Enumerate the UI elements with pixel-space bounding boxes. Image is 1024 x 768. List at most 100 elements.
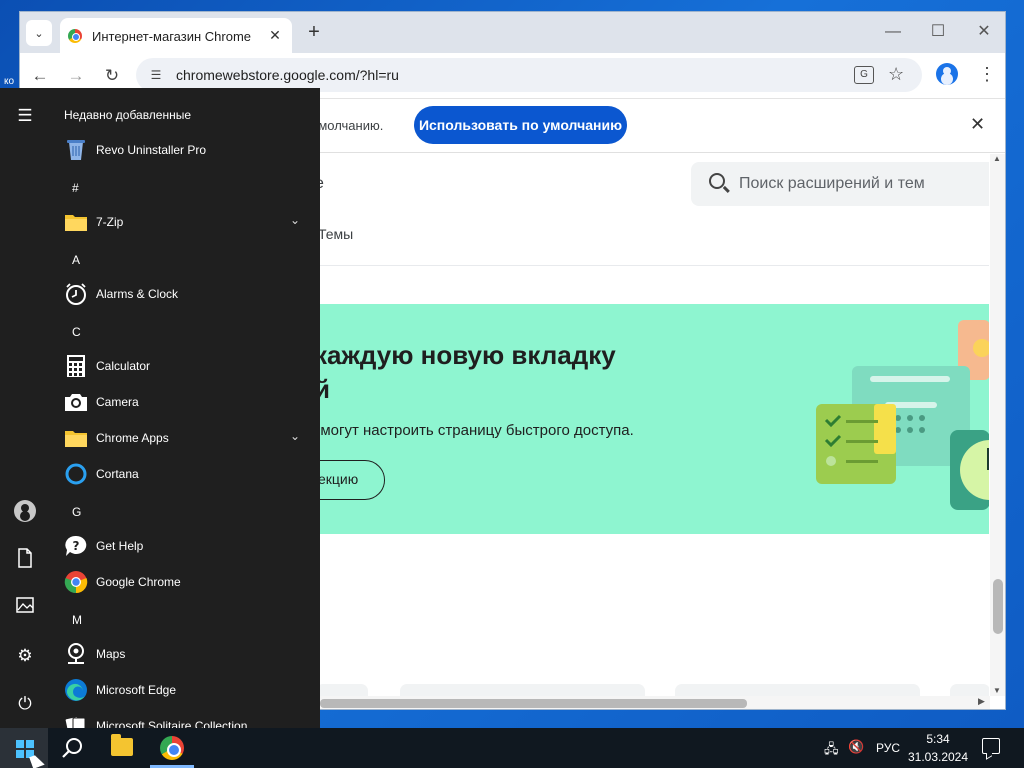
card-placeholder <box>400 684 645 696</box>
horizontal-scroll-thumb[interactable] <box>320 699 747 708</box>
revo-uninstaller-icon <box>67 140 85 160</box>
help-icon: ? <box>65 535 87 556</box>
settings-gear-icon[interactable]: ⚙ <box>13 644 37 668</box>
letter-header[interactable]: M <box>72 613 82 627</box>
app-item-chrome-apps[interactable]: Chrome Apps ⌄ <box>50 420 320 456</box>
letter-header[interactable]: G <box>72 505 81 519</box>
svg-text:?: ? <box>73 539 80 553</box>
banner-title-line1: каждую новую вкладку <box>314 340 616 370</box>
app-item-revo-uninstaller[interactable]: Revo Uninstaller Pro <box>50 132 320 168</box>
network-icon[interactable]: 🖧 <box>824 740 839 762</box>
calculator-icon <box>67 355 85 377</box>
card-placeholder <box>950 684 989 696</box>
letter-header[interactable]: C <box>72 325 81 339</box>
forward-button[interactable]: → <box>64 64 88 88</box>
infobar-text: умолчанию. <box>312 118 384 133</box>
tab-themes[interactable]: Темы <box>318 226 353 242</box>
app-label: Cortana <box>96 467 139 481</box>
chrome-icon <box>64 571 88 594</box>
recently-added-header: Недавно добавленные <box>64 108 192 122</box>
maps-icon <box>68 643 84 664</box>
back-button[interactable]: ← <box>28 64 52 88</box>
app-label: 7-Zip <box>96 215 124 229</box>
chevron-down-icon: ⌄ <box>289 213 300 227</box>
scroll-down-icon[interactable]: ▼ <box>993 686 1001 695</box>
vertical-scrollbar[interactable]: ▲ ▼ <box>990 154 1005 696</box>
app-item-get-help[interactable]: ? Get Help <box>50 528 320 564</box>
app-item-cortana[interactable]: Cortana <box>50 456 320 492</box>
clock-time[interactable]: 5:34 <box>910 732 966 746</box>
power-icon[interactable]: ⏻ <box>13 692 37 716</box>
desktop-icon-label[interactable]: ко <box>4 76 14 87</box>
tab-close-icon[interactable]: ✕ <box>266 26 284 44</box>
documents-icon[interactable] <box>13 548 37 572</box>
app-item-microsoft-solitaire[interactable]: Microsoft Solitaire Collection <box>50 708 320 728</box>
app-item-alarms-clock[interactable]: Alarms & Clock <box>50 276 320 312</box>
app-label: Chrome Apps <box>96 431 169 445</box>
file-explorer-icon[interactable] <box>111 734 133 756</box>
vertical-scroll-thumb[interactable] <box>993 579 1003 634</box>
chrome-web-store-favicon-icon <box>68 29 82 43</box>
chrome-icon[interactable] <box>160 736 184 760</box>
folder-icon <box>65 215 87 231</box>
hamburger-menu-icon[interactable]: ☰ <box>13 104 37 128</box>
volume-muted-icon[interactable]: 🔇 <box>848 739 864 755</box>
app-label: Google Chrome <box>96 575 181 589</box>
profile-avatar-icon[interactable] <box>936 63 958 85</box>
app-label: Revo Uninstaller Pro <box>96 143 207 157</box>
pictures-icon[interactable] <box>13 596 37 620</box>
new-tab-illustration <box>816 320 989 510</box>
chrome-menu-icon[interactable]: ⋮ <box>978 64 996 85</box>
app-item-microsoft-edge[interactable]: Microsoft Edge <box>50 672 320 708</box>
bookmark-star-icon[interactable]: ☆ <box>888 64 904 85</box>
taskbar: 🖧 🔇 РУС 5:34 31.03.2024 <box>0 728 1024 768</box>
url-text[interactable]: chromewebstore.google.com/?hl=ru <box>176 67 399 83</box>
tab-search-button[interactable]: ⌄ <box>26 20 52 46</box>
infobar-close-icon[interactable]: ✕ <box>970 114 985 135</box>
cortana-icon <box>65 463 87 485</box>
maximize-button[interactable]: ☐ <box>925 20 951 44</box>
app-label: Get Help <box>96 539 144 553</box>
set-default-button[interactable]: Использовать по умолчанию <box>414 106 627 144</box>
new-tab-button[interactable]: + <box>301 20 327 46</box>
tab-title: Интернет-магазин Chrome <box>92 29 252 44</box>
solitaire-icon <box>65 717 86 728</box>
app-label: Maps <box>96 647 126 661</box>
tab-chrome-web-store[interactable]: Интернет-магазин Chrome ✕ <box>60 18 292 53</box>
letter-header[interactable]: A <box>72 253 80 267</box>
store-search-input[interactable]: Поиск расширений и тем <box>691 162 989 206</box>
folder-icon <box>65 431 87 447</box>
tab-strip: ⌄ Интернет-магазин Chrome ✕ + — ☐ ✕ <box>20 12 1005 53</box>
banner-description: омогут настроить страницу быстрого досту… <box>312 422 634 439</box>
letter-header[interactable]: # <box>72 181 79 195</box>
banner-title-line2: й <box>314 374 330 404</box>
banner-button-label[interactable]: екцию <box>318 471 358 487</box>
clock-date[interactable]: 31.03.2024 <box>905 750 971 764</box>
windows-logo-icon <box>16 740 34 758</box>
app-label: Calculator <box>96 359 151 373</box>
search-icon[interactable] <box>61 737 83 759</box>
app-item-google-chrome[interactable]: Google Chrome <box>50 564 320 600</box>
clock-icon <box>66 283 86 305</box>
start-menu: ☰ ⚙ ⏻ Недавно добавленные Revo Uninstall… <box>0 88 320 728</box>
edge-icon <box>65 679 87 701</box>
app-item-7zip[interactable]: 7-Zip ⌄ <box>50 204 320 240</box>
app-list: Недавно добавленные Revo Uninstaller Pro… <box>50 88 320 728</box>
scroll-up-icon[interactable]: ▲ <box>993 154 1001 163</box>
search-placeholder: Поиск расширений и тем <box>739 175 925 192</box>
scroll-right-icon[interactable]: ▶ <box>978 696 985 707</box>
app-label: Camera <box>96 395 139 409</box>
close-window-button[interactable]: ✕ <box>971 20 997 44</box>
app-item-calculator[interactable]: Calculator <box>50 348 320 384</box>
notifications-icon[interactable] <box>982 738 1000 754</box>
camera-icon <box>65 394 87 411</box>
app-item-camera[interactable]: Camera <box>50 384 320 420</box>
language-indicator[interactable]: РУС <box>876 741 900 755</box>
translate-icon[interactable]: G <box>854 66 874 84</box>
site-info-icon[interactable]: ☰ <box>148 67 164 83</box>
reload-button[interactable]: ↻ <box>100 64 124 88</box>
app-item-maps[interactable]: Maps <box>50 636 320 672</box>
user-account-icon[interactable] <box>14 500 36 522</box>
minimize-button[interactable]: — <box>880 20 906 44</box>
address-bar[interactable]: ☰ chromewebstore.google.com/?hl=ru G ☆ <box>136 58 922 92</box>
